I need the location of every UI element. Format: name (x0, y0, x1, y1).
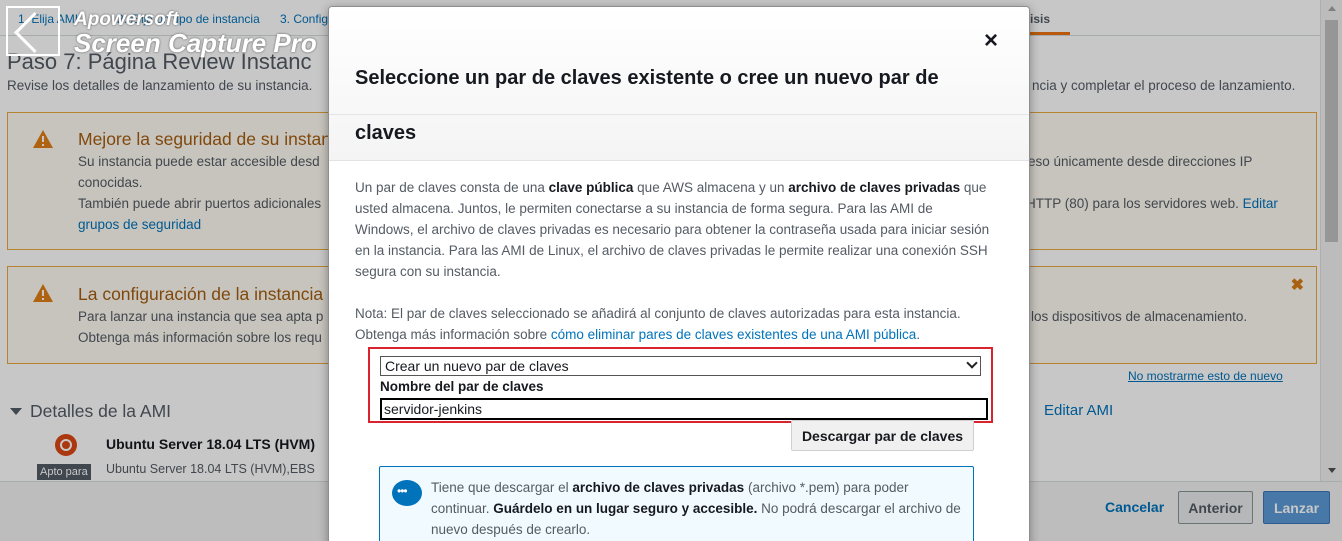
chevron-down-icon (966, 357, 978, 369)
screen-capture-logo-icon (6, 6, 60, 56)
download-key-pair-button[interactable]: Descargar par de claves (791, 420, 974, 451)
key-pair-highlight-box: Crear un nuevo par de claves Nombre del … (368, 347, 993, 423)
remove-key-pairs-link[interactable]: cómo eliminar pares de claves existentes… (551, 327, 916, 342)
header-divider (329, 114, 1029, 115)
watermark-product: Screen Capture Pro (74, 28, 317, 58)
key-pair-option-select[interactable]: Crear un nuevo par de claves (380, 356, 981, 376)
download-info-box: Tiene que descargar el archivo de claves… (379, 466, 974, 541)
modal-title-continued: claves (355, 122, 417, 144)
key-pair-note: Nota: El par de claves seleccionado se a… (355, 306, 961, 342)
key-pair-name-label: Nombre del par de claves (380, 379, 544, 394)
close-icon[interactable]: × (984, 29, 998, 53)
key-pair-explanation: Un par de claves consta de una clave púb… (355, 180, 990, 279)
key-pair-modal: × Seleccione un par de claves existente … (328, 6, 1030, 541)
chat-bubble-icon (392, 480, 422, 506)
key-pair-name-input[interactable] (380, 398, 988, 420)
download-info-text: Tiene que descargar el archivo de claves… (431, 480, 961, 537)
modal-header: × Seleccione un par de claves existente … (329, 7, 1029, 161)
modal-body: Un par de claves consta de una clave púb… (355, 177, 995, 345)
key-pair-option-value: Crear un nuevo par de claves (385, 358, 569, 374)
modal-title: Seleccione un par de claves existente o … (355, 67, 939, 89)
